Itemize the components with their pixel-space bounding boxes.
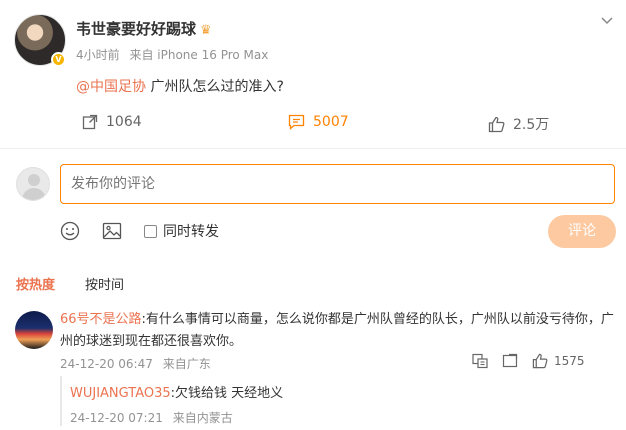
comment-like-button[interactable]: 1575: [532, 353, 585, 369]
reply-location: 来自内蒙古: [172, 411, 233, 425]
reply-author[interactable]: WUJIANGTAO35: [70, 386, 171, 401]
post-meta: 4小时前 来自 iPhone 16 Pro Max: [76, 46, 268, 63]
composer-tools: 同时转发: [60, 219, 219, 243]
post-source: 来自 iPhone 16 Pro Max: [129, 48, 269, 62]
comment-input[interactable]: [60, 164, 615, 204]
current-user-avatar: [16, 167, 50, 201]
author-name[interactable]: 韦世豪要好好踢球: [76, 20, 196, 38]
section-divider: [0, 148, 626, 149]
comment-icon: [288, 114, 305, 130]
submit-comment-button[interactable]: 评论: [548, 215, 616, 248]
reply-time: 24-12-20 07:21: [70, 411, 163, 425]
author-name-row: 韦世豪要好好踢球 ♛: [76, 18, 212, 39]
like-button[interactable]: 2.5万: [488, 114, 549, 134]
reply-body: :欠钱给钱 天经地义: [170, 386, 284, 401]
tab-sort-time[interactable]: 按时间: [85, 274, 124, 293]
repost-icon: [82, 114, 98, 130]
comment-time: 24-12-20 06:47: [60, 357, 153, 371]
repost-option[interactable]: 同时转发: [144, 221, 219, 241]
avatar-placeholder-body: [22, 188, 46, 200]
reply-meta: 24-12-20 07:21 来自内蒙古: [70, 409, 616, 426]
mention-link[interactable]: @中国足协: [76, 79, 146, 95]
like-count: 2.5万: [513, 117, 550, 133]
emoji-icon[interactable]: [60, 221, 80, 241]
repost-button[interactable]: 1064: [82, 114, 142, 130]
post-time[interactable]: 4小时前: [76, 48, 120, 62]
comment-actions: 1575: [472, 353, 585, 369]
post-actions: 1064 5007 2.5万: [0, 112, 626, 138]
repost-checkbox[interactable]: [144, 224, 157, 238]
avatar-placeholder-head: [28, 174, 40, 186]
commenter-avatar[interactable]: [15, 311, 53, 349]
comment-meta: 24-12-20 06:47 来自广东: [60, 355, 211, 372]
image-icon[interactable]: [102, 221, 122, 241]
thumbs-up-icon: [488, 116, 505, 132]
verified-badge-icon: V: [51, 52, 66, 67]
chevron-down-icon[interactable]: [600, 14, 614, 28]
comment-button[interactable]: 5007: [288, 114, 349, 130]
repost-count: 1064: [106, 114, 142, 130]
comment-location: 来自广东: [162, 357, 211, 371]
translate-icon[interactable]: [472, 353, 488, 369]
comment-body: :有什么事情可以商量，怎么说你都是广州队曾经的队长，广州队以前没亏待你，广州的球…: [60, 312, 614, 349]
comment-sort-tabs: 按热度 按时间: [16, 274, 124, 293]
reply-content: WUJIANGTAO35:欠钱给钱 天经地义: [70, 382, 616, 401]
comment-content: 66号不是公路:有什么事情可以商量，怎么说你都是广州队曾经的队长，广州队以前没亏…: [60, 309, 616, 353]
repost-option-label: 同时转发: [163, 224, 219, 240]
thumbs-up-icon: [532, 353, 548, 369]
post-body: 广州队怎么过的准入?: [150, 79, 284, 95]
comment-count: 5007: [313, 114, 349, 130]
comment-like-count: 1575: [554, 354, 585, 368]
reply-icon[interactable]: [502, 353, 518, 369]
post-content: @中国足协 广州队怎么过的准入?: [76, 76, 284, 96]
comment-reply: WUJIANGTAO35:欠钱给钱 天经地义 24-12-20 07:21 来自…: [60, 376, 616, 426]
crown-icon: ♛: [200, 23, 212, 38]
tab-sort-hot[interactable]: 按热度: [16, 274, 55, 293]
commenter-name[interactable]: 66号不是公路: [60, 312, 142, 327]
